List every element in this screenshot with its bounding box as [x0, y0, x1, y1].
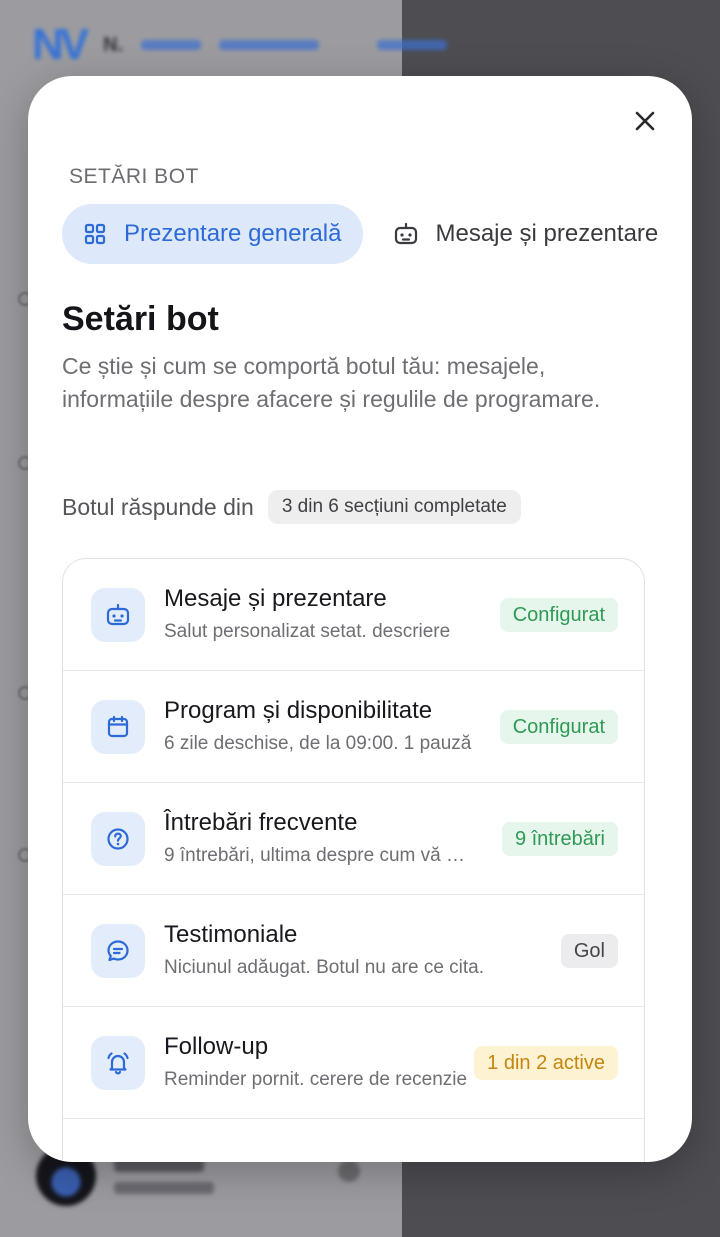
section-title: Program și disponibilitate — [164, 697, 433, 724]
close-button[interactable] — [628, 104, 662, 138]
completion-label: Botul răspunde din — [62, 493, 254, 520]
status-badge: 9 întrebări — [501, 822, 618, 856]
robot-icon — [91, 588, 145, 642]
chat-bubble-icon — [91, 924, 145, 978]
section-subtitle: Salut personalizat setat. descriere — [164, 621, 451, 642]
robot-icon — [393, 221, 419, 247]
background-nav-item — [141, 40, 202, 50]
sections-list: Mesaje și prezentare Salut personalizat … — [62, 558, 645, 1162]
background-nav-item — [219, 40, 320, 50]
page-description: Ce știe și cum se comportă botul tău: me… — [62, 353, 601, 412]
bot-settings-modal: SETĂRI BOT Prezentare generală Mesaje și… — [28, 76, 692, 1162]
status-badge: Configurat — [499, 598, 618, 632]
background-brand-initial: N. — [103, 33, 124, 56]
section-title: Întrebări frecvente — [164, 809, 358, 836]
section-row-testimonials[interactable]: Testimoniale Niciunul adăugat. Botul nu … — [63, 895, 644, 1007]
completion-status: Botul răspunde din 3 din 6 secțiuni comp… — [62, 490, 521, 524]
section-subtitle: Niciunul adăugat. Botul nu are ce cita. — [164, 957, 485, 978]
tab-messages[interactable]: Mesaje și prezentare — [371, 204, 680, 264]
section-subtitle: 6 zile deschise, de la 09:00. 1 pauză — [164, 733, 472, 754]
section-title: Follow-up — [164, 1033, 269, 1060]
status-badge: Configurat — [499, 710, 618, 744]
modal-eyebrow: SETĂRI BOT — [69, 165, 199, 188]
section-row-messages[interactable]: Mesaje și prezentare Salut personalizat … — [63, 559, 644, 671]
section-row-follow-up[interactable]: Follow-up Reminder pornit. cerere de rec… — [63, 1007, 644, 1119]
tab-label: Prezentare generală — [124, 220, 342, 247]
calendar-icon — [91, 700, 145, 754]
background-menu-dot — [338, 1160, 360, 1182]
status-badge: 1 din 2 active — [474, 1046, 618, 1080]
bell-ring-icon — [91, 1036, 145, 1090]
tab-label: Mesaje și prezentare — [435, 220, 659, 247]
status-badge: Gol — [560, 934, 618, 968]
page-title: Setări bot — [62, 300, 219, 338]
grid-icon — [82, 221, 108, 247]
background-user-sub — [114, 1182, 214, 1194]
tab-overview[interactable]: Prezentare generală — [62, 204, 364, 264]
tab-bar: Prezentare generală Mesaje și prezentare — [62, 204, 692, 264]
section-title: Mesaje și prezentare — [164, 585, 387, 612]
section-title: Testimoniale — [164, 921, 298, 948]
background-logo: NV — [32, 20, 89, 69]
question-circle-icon — [91, 812, 145, 866]
section-subtitle: Reminder pornit. cerere de recenzie — [164, 1069, 468, 1090]
section-row-schedule[interactable]: Program și disponibilitate 6 zile deschi… — [63, 671, 644, 783]
section-subtitle: 9 întrebări, ultima despre cum vă găsim — [164, 845, 474, 866]
background-nav-item — [377, 40, 448, 50]
close-icon — [635, 111, 655, 131]
section-row-faq[interactable]: Întrebări frecvente 9 întrebări, ultima … — [63, 783, 644, 895]
completion-badge: 3 din 6 secțiuni completate — [267, 490, 521, 524]
